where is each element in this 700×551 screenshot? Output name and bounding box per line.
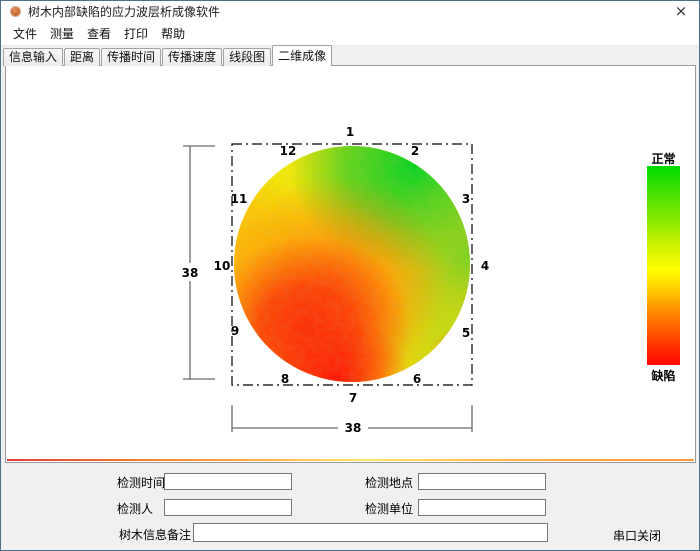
tree-cross-section-heatmap [166, 66, 553, 438]
serial-port-status: 串口关闭 [613, 527, 661, 544]
detector-label: 检测人 [117, 501, 153, 517]
tree-remarks-input[interactable] [193, 523, 548, 542]
sensor-label-4: 4 [481, 259, 489, 273]
detect-unit-input[interactable] [418, 499, 546, 516]
sensor-label-9: 9 [231, 324, 239, 338]
menu-file[interactable]: 文件 [8, 24, 42, 45]
colorbar-normal-label: 正常 [643, 150, 684, 167]
sensor-label-1: 1 [346, 125, 354, 139]
width-dim-label: 38 [345, 421, 362, 435]
tab-propagation-time[interactable]: 传播时间 [101, 48, 161, 66]
sensor-label-11: 11 [231, 192, 248, 206]
detect-unit-label: 检测单位 [365, 501, 413, 517]
sensor-label-2: 2 [411, 144, 419, 158]
width-dimension: 38 [232, 405, 472, 436]
tab-line-graph[interactable]: 线段图 [223, 48, 271, 66]
menu-print[interactable]: 打印 [119, 24, 153, 45]
detect-place-input[interactable] [418, 473, 546, 490]
colorbar-gradient [647, 166, 680, 365]
close-button[interactable]: × [669, 1, 693, 23]
menu-bar: 文件 测量 查看 打印 帮助 [1, 23, 699, 46]
detector-input[interactable] [164, 499, 292, 516]
sensor-label-3: 3 [462, 192, 470, 206]
sensor-label-7: 7 [349, 391, 357, 405]
detect-time-label: 检测时间 [117, 475, 165, 491]
detect-place-label: 检测地点 [365, 475, 413, 491]
title-bar: 树木内部缺陷的应力波层析成像软件 × [1, 1, 699, 24]
tomogram-canvas: 1 2 3 4 5 6 7 8 9 10 11 12 38 [6, 66, 695, 462]
sensor-label-8: 8 [281, 372, 289, 386]
sensor-label-12: 12 [280, 144, 297, 158]
sensor-label-6: 6 [413, 372, 421, 386]
sensor-label-5: 5 [462, 326, 470, 340]
tab-propagation-speed[interactable]: 传播速度 [162, 48, 222, 66]
menu-help[interactable]: 帮助 [156, 24, 190, 45]
window-title: 树木内部缺陷的应力波层析成像软件 [28, 1, 220, 23]
tab-2d-imaging[interactable]: 二维成像 [272, 45, 332, 66]
tab-info-input[interactable]: 信息输入 [3, 48, 63, 66]
height-dim-label: 38 [182, 266, 199, 280]
colorbar-defect-label: 缺陷 [643, 367, 684, 384]
tab-distance[interactable]: 距离 [64, 48, 100, 66]
detect-time-input[interactable] [164, 473, 292, 490]
height-dimension: 38 [176, 146, 215, 379]
tab-bar: 信息输入 距离 传播时间 传播速度 线段图 二维成像 [3, 45, 699, 66]
sensor-label-10: 10 [214, 259, 231, 273]
panel-accent-line [7, 459, 694, 461]
menu-measure[interactable]: 测量 [45, 24, 79, 45]
app-icon [10, 6, 21, 17]
imaging-panel: 1 2 3 4 5 6 7 8 9 10 11 12 38 [5, 65, 696, 463]
app-window: 树木内部缺陷的应力波层析成像软件 × 文件 测量 查看 打印 帮助 信息输入 距… [0, 0, 700, 551]
tree-remarks-label: 树木信息备注 [119, 527, 191, 543]
menu-view[interactable]: 查看 [82, 24, 116, 45]
